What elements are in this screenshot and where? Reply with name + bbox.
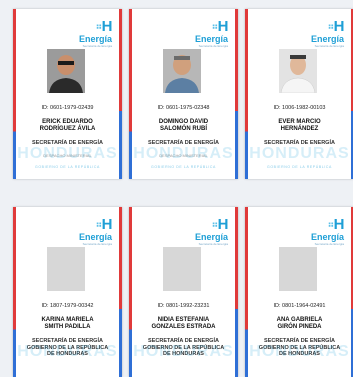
energia-logo: ⠶H Energía Secretaría de Energía xyxy=(78,216,113,246)
watermark: HONDURAS xyxy=(17,343,118,360)
id-card[interactable]: ⠶H Energía Secretaría de Energía ID: 060… xyxy=(13,9,122,179)
id-card[interactable]: ⠶H Energía Secretaría de Energía ID: 060… xyxy=(129,9,238,179)
id-card[interactable]: ⠶H Energía Secretaría de Energía ID: 100… xyxy=(245,9,353,179)
photo-placeholder xyxy=(279,247,317,291)
photo-placeholder xyxy=(47,247,85,291)
watermark: HONDURAS xyxy=(133,145,234,162)
id-card[interactable]: ⠶H Energía Secretaría de Energía ID: 180… xyxy=(13,207,122,377)
employee-name: ANA GABRIELA GIRÓN PINEDA xyxy=(276,317,323,330)
id-card[interactable]: ⠶H Energía Secretaría de Energía ID: 080… xyxy=(245,207,353,377)
energia-logo: ⠶H Energía Secretaría de Energía xyxy=(310,18,345,48)
id-card[interactable]: ⠶H Energía Secretaría de Energía ID: 080… xyxy=(129,207,238,377)
employee-id: ID: 1807-1979-00342 xyxy=(41,303,94,309)
energia-logo: ⠶H Energía Secretaría de Energía xyxy=(194,18,229,48)
watermark: HONDURAS xyxy=(133,343,234,360)
watermark: HONDURAS xyxy=(17,145,118,162)
employee-name: DOMINGO DAVID SALOMÓN RUBÍ xyxy=(158,119,209,132)
employee-name: NIDIA ESTEFANIA GONZALES ESTRADA xyxy=(151,317,216,330)
employee-photo xyxy=(163,49,201,93)
watermark: HONDURAS xyxy=(249,343,350,360)
watermark-sub: GOBIERNO DE LA REPÚBLICA xyxy=(267,165,332,169)
energia-logo: ⠶H Energía Secretaría de Energía xyxy=(310,216,345,246)
photo-placeholder xyxy=(163,247,201,291)
watermark-sub: GOBIERNO DE LA REPÚBLICA xyxy=(35,165,100,169)
employee-id: ID: 0801-1992-23231 xyxy=(157,303,210,309)
employee-name: EVER MARCIO HERNÁNDEZ xyxy=(278,119,321,132)
employee-name: KARINA MARIELA SMITH PADILLA xyxy=(41,317,94,330)
employee-id: ID: 0801-1964-02491 xyxy=(273,303,326,309)
employee-name: ERICK EDUARDO RODRÍGUEZ ÁVILA xyxy=(39,119,96,132)
watermark: HONDURAS xyxy=(249,145,350,162)
employee-id: ID: 0601-1975-02348 xyxy=(157,105,210,111)
watermark-sub: GOBIERNO DE LA REPÚBLICA xyxy=(151,165,216,169)
employee-id: ID: 0601-1979-02439 xyxy=(41,105,94,111)
energia-logo: ⠶H Energía Secretaría de Energía xyxy=(78,18,113,48)
employee-photo xyxy=(47,49,85,93)
energia-logo: ⠶H Energía Secretaría de Energía xyxy=(194,216,229,246)
employee-id: ID: 1006-1982-00103 xyxy=(273,105,326,111)
employee-photo xyxy=(279,49,317,93)
